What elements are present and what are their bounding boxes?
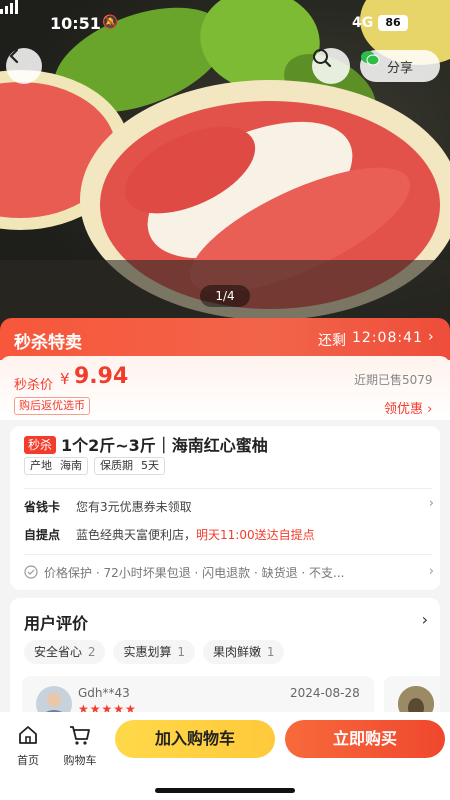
- tag-count: 2: [87, 645, 96, 659]
- wechat-icon: [361, 51, 380, 66]
- price-value: 9.94: [74, 364, 129, 389]
- home-icon: [19, 726, 37, 744]
- pickup-delivery-time: 明天11:00送达自提点: [196, 527, 315, 542]
- nav-home-label: 首页: [17, 754, 39, 767]
- nav-cart[interactable]: 购物车: [60, 724, 100, 768]
- price-currency: ¥: [60, 370, 70, 388]
- countdown-label: 还剩: [318, 333, 346, 349]
- status-bar: 10:51 🔕 4G 86: [0, 0, 450, 46]
- product-title: 1个2斤~3斤｜海南红心蜜柚: [61, 436, 268, 455]
- get-coupon-link[interactable]: 领优惠 ›: [384, 398, 432, 417]
- chevron-right-icon: ›: [428, 329, 434, 345]
- pickup-store: 蓝色经典天富便利店，: [76, 527, 197, 542]
- back-button[interactable]: [6, 48, 42, 84]
- spec-key: 产地: [30, 459, 52, 472]
- flash-sale-title: 秒杀特卖: [14, 333, 82, 353]
- service-guarantees: 价格保护 · 72小时坏果包退 · 闪电退款 · 缺货退 · 不支...: [44, 565, 345, 580]
- tag-label: 实惠划算: [123, 645, 172, 659]
- spec-key: 保质期: [100, 459, 133, 472]
- network-type: 4G: [352, 15, 374, 31]
- nav-home[interactable]: 首页: [14, 724, 42, 768]
- chevron-right-icon: ›: [428, 496, 434, 511]
- search-button[interactable]: [312, 48, 350, 84]
- chevron-right-icon: ›: [428, 564, 434, 579]
- spec-tags: 产地 海南 保质期 5天: [24, 457, 165, 475]
- product-info-card: 秒杀 1个2斤~3斤｜海南红心蜜柚 产地 海南 保质期 5天 省钱卡 您有3元优…: [10, 426, 440, 590]
- reviews-more-button[interactable]: ›: [422, 610, 428, 629]
- spec-value: 海南: [60, 459, 82, 472]
- search-icon: [313, 49, 332, 68]
- add-to-cart-button[interactable]: 加入购物车: [115, 720, 275, 758]
- reviews-title: 用户评价: [24, 614, 89, 633]
- gallery-page-indicator: 1/4: [200, 285, 250, 307]
- reviewer-name: Gdh**43: [78, 686, 130, 700]
- pickup-label: 自提点: [24, 527, 61, 542]
- review-tag[interactable]: 果肉鲜嫩 1: [202, 640, 285, 664]
- sold-count: 近期已售5079: [354, 373, 433, 387]
- review-tags: 安全省心 2 实惠划算 1 果肉鲜嫩 1: [24, 640, 285, 664]
- bottom-action-bar: 首页 购物车 加入购物车 立即购买: [0, 712, 450, 800]
- product-image-gallery[interactable]: 10:51 🔕 4G 86 分享 1/4: [0, 0, 450, 330]
- flash-sale-banner[interactable]: 秒杀特卖 还剩 12:08:41 ›: [0, 318, 450, 360]
- reviews-card: 用户评价 › 安全省心 2 实惠划算 1 果肉鲜嫩 1 Gdh**43 2024…: [10, 598, 440, 728]
- tag-count: 1: [266, 645, 275, 659]
- buy-now-button[interactable]: 立即购买: [285, 720, 445, 758]
- review-tag[interactable]: 实惠划算 1: [113, 640, 195, 664]
- spec-shelf-life: 保质期 5天: [94, 457, 165, 475]
- mute-icon: 🔕: [102, 15, 119, 30]
- signal-icon: [0, 0, 18, 14]
- service-guarantees-row[interactable]: 价格保护 · 72小时坏果包退 · 闪电退款 · 缺货退 · 不支... ›: [24, 560, 434, 584]
- money-card-row[interactable]: 省钱卡 您有3元优惠券未领取 ›: [24, 494, 434, 518]
- cart-icon: [70, 726, 90, 745]
- battery-icon: 86: [378, 15, 408, 31]
- tag-count: 1: [177, 645, 185, 659]
- chevron-left-icon: [9, 48, 19, 64]
- status-time: 10:51: [50, 14, 101, 33]
- price-label: 秒杀价: [14, 378, 54, 393]
- review-date: 2024-08-28: [290, 686, 360, 700]
- spec-value: 5天: [141, 459, 159, 472]
- spec-origin: 产地 海南: [24, 457, 88, 475]
- tag-label: 安全省心: [34, 645, 83, 659]
- review-tag[interactable]: 安全省心 2: [24, 640, 106, 664]
- countdown-timer: 12:08:41: [352, 330, 423, 346]
- divider: [24, 488, 432, 489]
- shield-check-icon: [24, 565, 38, 579]
- share-label: 分享: [386, 60, 413, 76]
- money-card-label: 省钱卡: [24, 499, 61, 514]
- rebate-tag: 购后返优选币: [14, 397, 90, 415]
- tag-label: 果肉鲜嫩: [212, 645, 261, 659]
- flash-sale-badge: 秒杀: [24, 436, 57, 454]
- pickup-row[interactable]: 自提点 蓝色经典天富便利店， 明天11:00送达自提点: [24, 522, 434, 546]
- share-button[interactable]: 分享: [360, 50, 440, 82]
- home-indicator: [155, 788, 295, 793]
- nav-cart-label: 购物车: [63, 754, 97, 767]
- divider: [24, 554, 432, 555]
- money-card-text: 您有3元优惠券未领取: [76, 499, 192, 514]
